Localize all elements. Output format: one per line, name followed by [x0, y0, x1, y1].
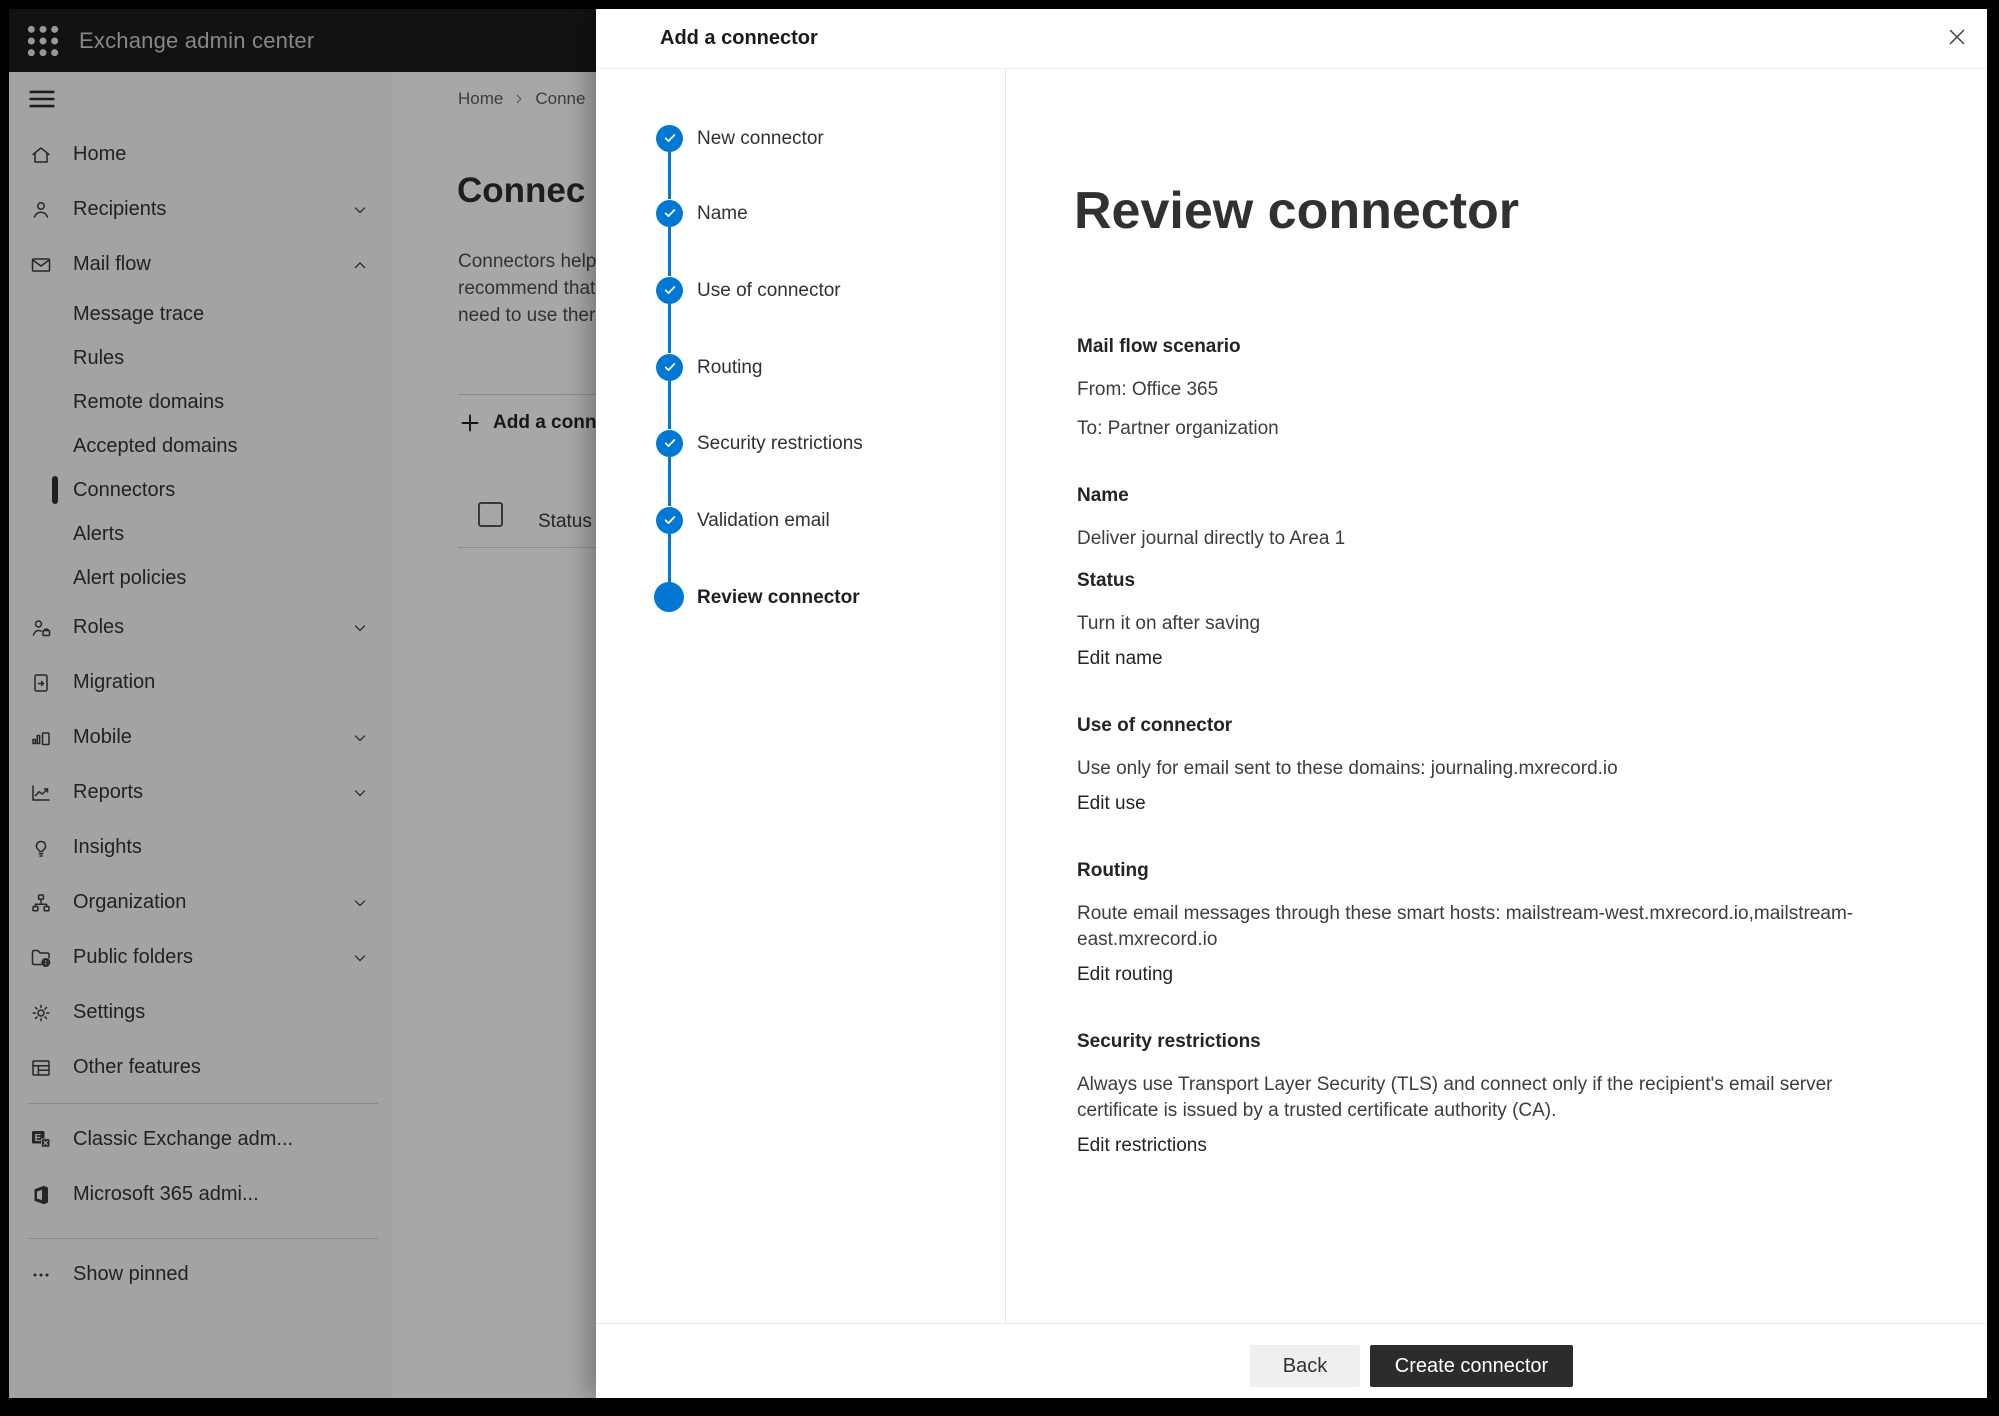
wizard-steps: New connector Name Use of connector Routing… — [596, 9, 1005, 1398]
wizard-step-security-restrictions[interactable]: Security restrictions — [697, 430, 863, 457]
section-text: Deliver journal directly to Area 1 — [1077, 526, 1882, 552]
section-text: To: Partner organization — [1077, 416, 1882, 442]
step-connector-line — [668, 534, 671, 583]
step-connector-line — [668, 227, 671, 276]
step-complete-check-icon — [656, 125, 683, 152]
app-window: Exchange admin center HomeRecipientsMail… — [9, 9, 1987, 1398]
edit-use-link[interactable]: Edit use — [1077, 791, 1146, 817]
section-heading: Mail flow scenario — [1077, 333, 1882, 361]
step-complete-check-icon — [656, 354, 683, 381]
step-complete-check-icon — [656, 507, 683, 534]
edit-name-link[interactable]: Edit name — [1077, 646, 1163, 672]
section-heading: Routing — [1077, 857, 1882, 885]
section-heading: Name — [1077, 482, 1882, 510]
step-connector-line — [668, 457, 671, 506]
step-connector-line — [668, 152, 671, 199]
review-section-security-restrictions: Security restrictions Always use Transpor… — [1077, 1028, 1882, 1159]
edit-restrictions-link[interactable]: Edit restrictions — [1077, 1133, 1207, 1159]
add-connector-dialog: Add a connector New connectorNameUse of … — [596, 9, 1987, 1398]
wizard-step-use-of-connector[interactable]: Use of connector — [697, 277, 841, 304]
close-icon[interactable] — [1937, 17, 1977, 57]
review-section-routing: Routing Route email messages through thes… — [1077, 857, 1882, 988]
step-current-dot — [654, 582, 684, 612]
wizard-step-review-connector[interactable]: Review connector — [697, 584, 860, 611]
create-connector-button[interactable]: Create connector — [1370, 1345, 1573, 1387]
step-connector-line — [668, 304, 671, 353]
review-heading: Review connector — [1074, 179, 1519, 243]
wizard-step-validation-email[interactable]: Validation email — [697, 507, 830, 534]
edit-routing-link[interactable]: Edit routing — [1077, 962, 1173, 988]
wizard-step-new-connector[interactable]: New connector — [697, 125, 824, 152]
wizard-step-routing[interactable]: Routing — [697, 354, 763, 381]
screenshot-frame: Exchange admin center HomeRecipientsMail… — [0, 0, 1999, 1416]
step-connector-line — [668, 381, 671, 429]
back-button[interactable]: Back — [1250, 1345, 1360, 1387]
section-text: Turn it on after saving — [1077, 611, 1882, 637]
section-heading: Use of connector — [1077, 712, 1882, 740]
review-section-use-of-connector: Use of connector Use only for email sent … — [1077, 712, 1882, 817]
review-section-mail-flow-scenario: Mail flow scenario From: Office 365 To: Pa… — [1077, 333, 1882, 442]
review-sections: Mail flow scenario From: Office 365 To: Pa… — [1077, 333, 1882, 1159]
review-section-status: Status Turn it on after saving Edit name — [1077, 567, 1882, 672]
section-text: From: Office 365 — [1077, 377, 1882, 403]
section-text: Route email messages through these smart… — [1077, 901, 1882, 953]
review-section-name: Name Deliver journal directly to Area 1 — [1077, 482, 1882, 552]
wizard-column-divider — [1005, 69, 1006, 1323]
section-text: Always use Transport Layer Security (TLS… — [1077, 1072, 1882, 1124]
modal-dim-overlay — [9, 9, 596, 1398]
step-complete-check-icon — [656, 430, 683, 457]
section-heading: Security restrictions — [1077, 1028, 1882, 1056]
step-complete-check-icon — [656, 200, 683, 227]
dialog-footer-divider — [596, 1323, 1987, 1324]
section-heading: Status — [1077, 567, 1882, 595]
step-complete-check-icon — [656, 277, 683, 304]
section-text: Use only for email sent to these domains… — [1077, 756, 1882, 782]
wizard-step-name[interactable]: Name — [697, 200, 748, 227]
